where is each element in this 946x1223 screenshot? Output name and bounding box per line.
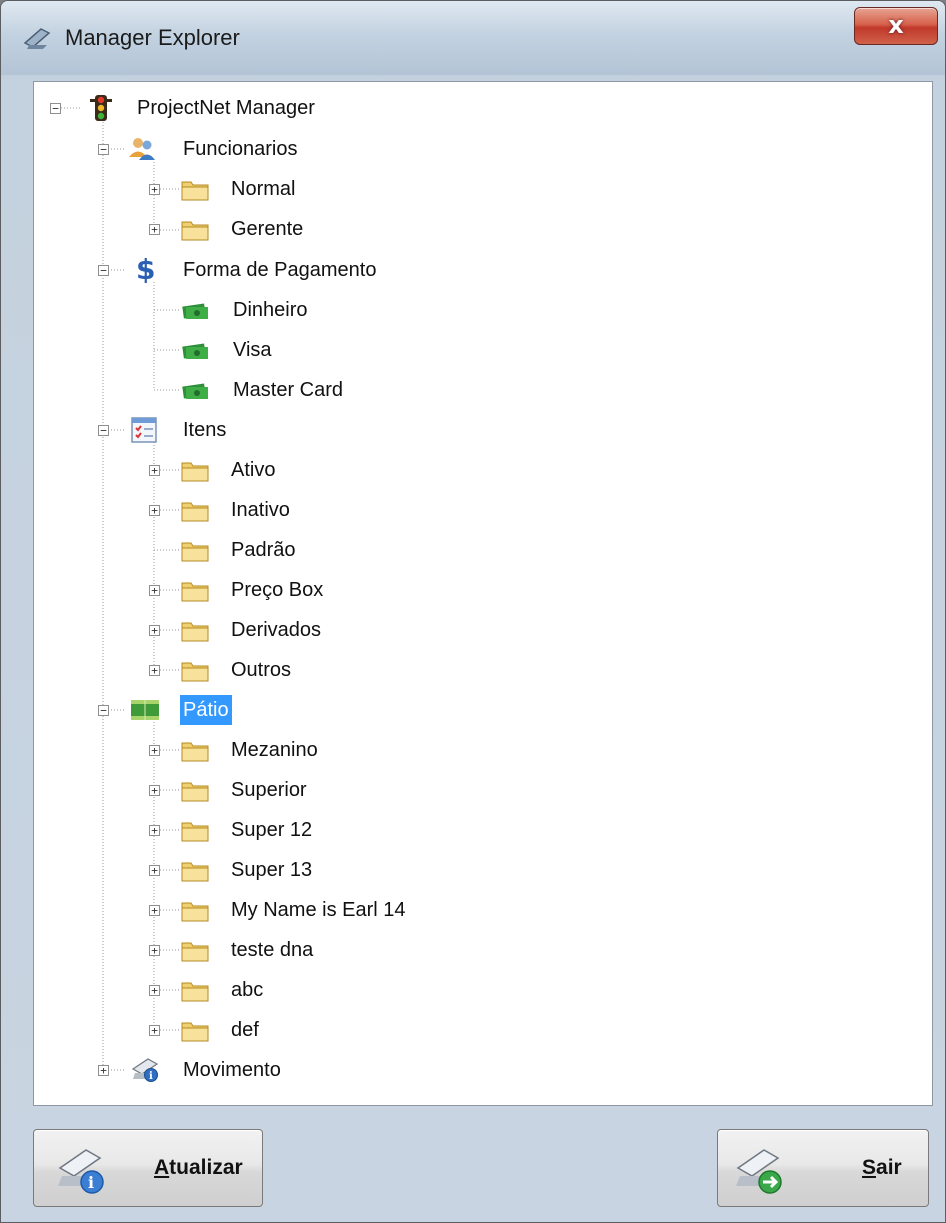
- tree-node-label: Dinheiro: [233, 299, 308, 321]
- tree-node-label: Movimento: [183, 1059, 281, 1081]
- my-name-is-earl-14-expand-toggle[interactable]: +: [149, 905, 160, 916]
- super-12-expand-toggle[interactable]: +: [149, 825, 160, 836]
- tree-node-label: abc: [231, 979, 264, 1001]
- folder-icon: [181, 982, 209, 1002]
- svg-text:i: i: [149, 1071, 153, 1082]
- tree-node-label: Derivados: [231, 619, 322, 641]
- folder-icon: [181, 542, 209, 562]
- folder-icon: [181, 742, 209, 762]
- tree-node-label: Padrão: [231, 539, 296, 561]
- cash-icon: [182, 343, 208, 359]
- svg-text:$: $: [136, 255, 155, 283]
- gerente-expand-toggle[interactable]: +: [149, 224, 160, 235]
- normal-expand-toggle[interactable]: +: [149, 184, 160, 195]
- refresh-info-icon: i: [58, 1149, 104, 1194]
- funcionarios-collapse-toggle[interactable]: −: [98, 144, 109, 155]
- tree-node-label: Forma de Pagamento: [183, 259, 377, 281]
- folder-icon: [181, 662, 209, 682]
- atualizar-label: Atualizar: [154, 1156, 243, 1179]
- tree-node-label: Gerente: [231, 218, 304, 240]
- tree-node-label: Inativo: [231, 499, 290, 521]
- tree-node-label: ProjectNet Manager: [137, 97, 315, 119]
- svg-text:i: i: [88, 1173, 94, 1192]
- sair-button[interactable]: Sair: [717, 1129, 929, 1207]
- tree-node-label: Superior: [231, 779, 307, 801]
- tree-node-label: Preço Box: [231, 579, 324, 601]
- folder-icon: [181, 221, 209, 241]
- tree-node-label: Super 13: [231, 859, 313, 881]
- manager-explorer-window: Manager Explorer x − ProjectNet Manager …: [0, 0, 946, 1223]
- itens-collapse-toggle[interactable]: −: [98, 425, 109, 436]
- app-icon: [23, 28, 51, 49]
- cash-icon: [182, 383, 208, 399]
- tree-node-label: def: [231, 1019, 259, 1041]
- tree-node-label: Mezanino: [231, 739, 318, 761]
- tree-node-label: Pátio: [180, 695, 232, 725]
- cash-icon: [182, 303, 208, 319]
- exit-arrow-icon: [736, 1149, 782, 1194]
- close-button[interactable]: x: [854, 7, 938, 45]
- dollar-icon: $: [136, 255, 155, 283]
- teste-dna-expand-toggle[interactable]: +: [149, 945, 160, 956]
- inativo-expand-toggle[interactable]: +: [149, 505, 160, 516]
- tree-node-label: Ativo: [231, 459, 276, 481]
- mezanino-expand-toggle[interactable]: +: [149, 745, 160, 756]
- tree-node-label: Outros: [231, 659, 292, 681]
- folder-icon: [181, 1022, 209, 1042]
- checklist-icon: [131, 417, 157, 443]
- pagamento-collapse-toggle[interactable]: −: [98, 265, 109, 276]
- outros-expand-toggle[interactable]: +: [149, 665, 160, 676]
- field-icon: [131, 700, 159, 720]
- users-icon: [129, 138, 155, 160]
- folder-icon: [181, 902, 209, 922]
- derivados-expand-toggle[interactable]: +: [149, 625, 160, 636]
- folder-icon: [181, 782, 209, 802]
- ativo-expand-toggle[interactable]: +: [149, 465, 160, 476]
- sair-label: Sair: [862, 1156, 902, 1179]
- tree-node-label: Funcionarios: [183, 138, 298, 160]
- tree-lines: [61, 107, 179, 1071]
- superior-expand-toggle[interactable]: +: [149, 785, 160, 796]
- tree-node-label: Master Card: [233, 379, 344, 401]
- folder-icon: [181, 822, 209, 842]
- movimento-expand-toggle[interactable]: +: [98, 1065, 109, 1076]
- tree-node-label: Super 12: [231, 819, 313, 841]
- info-printer-icon: i: [131, 1058, 159, 1082]
- root-collapse-toggle[interactable]: −: [50, 103, 61, 114]
- patio-collapse-toggle[interactable]: −: [98, 705, 109, 716]
- pre-o-box-expand-toggle[interactable]: +: [149, 585, 160, 596]
- window-title: Manager Explorer: [65, 25, 240, 50]
- tree-node-label: teste dna: [231, 939, 314, 961]
- folder-icon: [181, 942, 209, 962]
- folder-icon: [181, 622, 209, 642]
- tree-node-label: Visa: [233, 339, 272, 361]
- tree-node-label: Itens: [183, 419, 227, 441]
- folder-icon: [181, 462, 209, 482]
- title-bar[interactable]: Manager Explorer x: [1, 1, 945, 75]
- tree-node-label: My Name is Earl 14: [231, 899, 406, 921]
- traffic-light-icon: [90, 95, 112, 121]
- tree-view[interactable]: − ProjectNet Manager − Funcionarios − $ …: [33, 81, 933, 1106]
- folder-icon: [181, 181, 209, 201]
- super-13-expand-toggle[interactable]: +: [149, 865, 160, 876]
- abc-expand-toggle[interactable]: +: [149, 985, 160, 996]
- folder-icon: [181, 502, 209, 522]
- atualizar-button[interactable]: i Atualizar: [33, 1129, 263, 1207]
- folder-icon: [181, 582, 209, 602]
- tree-node-label: Normal: [231, 178, 296, 200]
- folder-icon: [181, 862, 209, 882]
- def-expand-toggle[interactable]: +: [149, 1025, 160, 1036]
